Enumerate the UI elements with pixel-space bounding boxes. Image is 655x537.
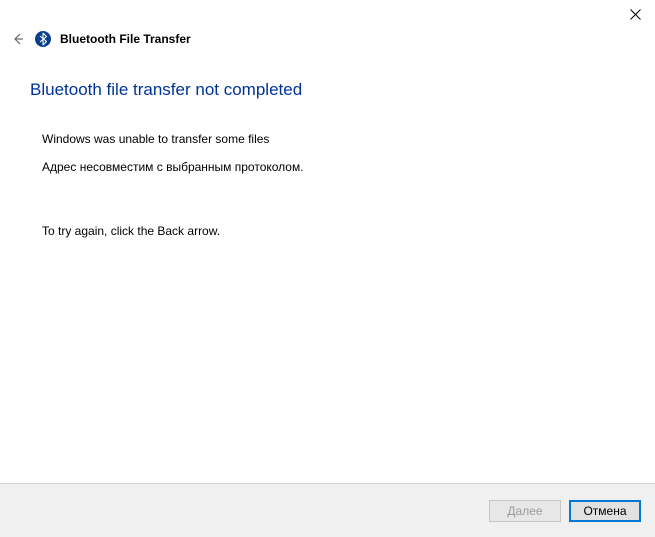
bluetooth-icon (34, 30, 52, 48)
error-message-2: Адрес несовместим с выбранным протоколом… (42, 160, 625, 174)
close-button[interactable] (615, 0, 655, 28)
back-arrow-button[interactable] (10, 31, 26, 47)
try-again-text: To try again, click the Back arrow. (42, 224, 625, 238)
cancel-button[interactable]: Отмена (569, 500, 641, 522)
next-button: Далее (489, 500, 561, 522)
content-area: Bluetooth file transfer not completed Wi… (30, 80, 625, 238)
footer-bar: Далее Отмена (0, 483, 655, 537)
page-heading: Bluetooth file transfer not completed (30, 80, 625, 100)
header-bar: Bluetooth File Transfer (10, 30, 191, 48)
error-message-1: Windows was unable to transfer some file… (42, 132, 625, 146)
window-title: Bluetooth File Transfer (60, 32, 191, 46)
